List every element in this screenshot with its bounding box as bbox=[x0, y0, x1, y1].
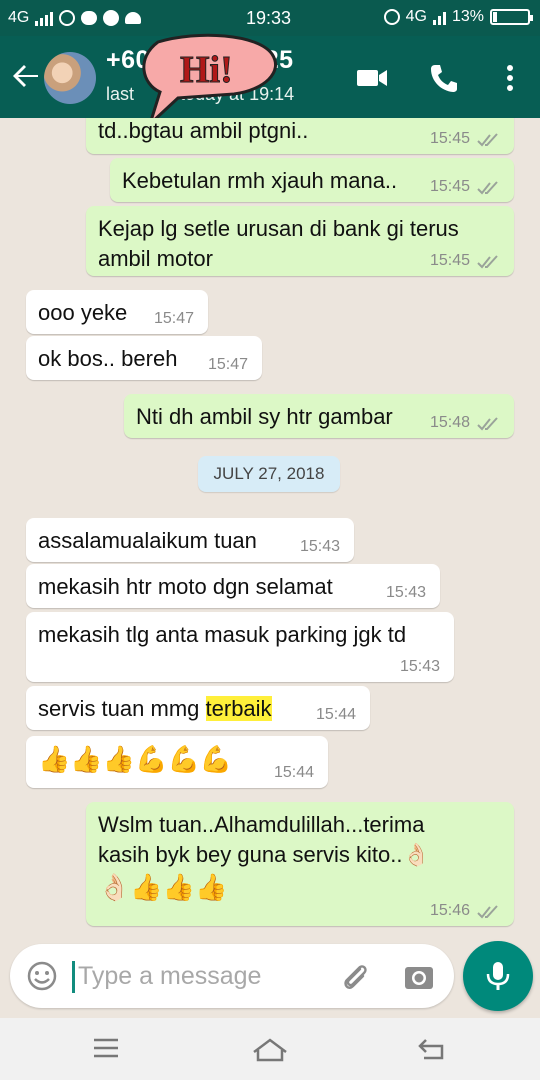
phone-icon[interactable] bbox=[426, 60, 462, 96]
double-check-icon bbox=[477, 181, 498, 195]
message-bubble-incoming[interactable]: ok bos.. bereh 15:47 bbox=[26, 336, 262, 380]
status-bar: 4G 19:33 4G 13% bbox=[0, 0, 540, 36]
alarm-icon bbox=[383, 9, 400, 25]
signal-icon bbox=[35, 10, 54, 26]
message-list[interactable]: td..bgtau ambil ptgni.. 15:45 Kebetulan … bbox=[0, 118, 540, 940]
message-bubble-incoming[interactable]: mekasih htr moto dgn selamat 15:43 bbox=[26, 564, 440, 608]
mic-icon bbox=[486, 962, 510, 990]
message-time: 15:47 bbox=[207, 356, 248, 373]
date-divider: JULY 27, 2018 bbox=[198, 456, 340, 492]
message-text: td..bgtau ambil ptgni.. bbox=[98, 118, 309, 143]
message-bubble-incoming[interactable]: servis tuan mmg terbaik 15:44 bbox=[26, 686, 370, 730]
status-left: 4G bbox=[8, 9, 142, 27]
attach-icon[interactable] bbox=[338, 960, 372, 994]
message-text: Kebetulan rmh xjauh mana.. bbox=[122, 168, 398, 193]
emoji-icon[interactable] bbox=[26, 960, 58, 992]
message-bubble-incoming[interactable]: assalamualaikum tuan 15:43 bbox=[26, 518, 354, 562]
message-bubble-outgoing[interactable]: Nti dh ambil sy htr gambar 15:48 bbox=[124, 394, 514, 438]
double-check-icon bbox=[477, 255, 498, 269]
camera-icon[interactable] bbox=[402, 960, 436, 994]
message-time: 15:45 bbox=[429, 252, 470, 269]
text-cursor bbox=[72, 961, 75, 993]
message-emoji-line: 👌🏻👍👍👍 bbox=[98, 872, 228, 902]
message-emoji: 👍👍👍💪💪💪 bbox=[38, 744, 233, 774]
message-time: 15:47 bbox=[153, 310, 194, 327]
message-time: 15:48 bbox=[429, 414, 470, 431]
battery-level bbox=[493, 12, 497, 22]
highlighted-word: terbaik bbox=[205, 696, 272, 721]
avatar[interactable] bbox=[44, 52, 96, 104]
video-call-icon[interactable] bbox=[354, 60, 390, 96]
more-vert-icon[interactable] bbox=[492, 60, 528, 96]
android-notification-icon bbox=[125, 12, 142, 24]
message-time: 15:43 bbox=[399, 658, 440, 675]
network-type-left: 4G bbox=[8, 9, 30, 26]
status-right: 4G 13% bbox=[383, 8, 533, 26]
message-bubble-incoming[interactable]: 👍👍👍💪💪💪 15:44 bbox=[26, 736, 328, 788]
message-bubble-outgoing[interactable]: Wslm tuan..Alhamdulillah...terima kasih … bbox=[86, 802, 514, 926]
system-nav-bar bbox=[0, 1018, 540, 1080]
message-text: Nti dh ambil sy htr gambar bbox=[136, 404, 393, 429]
message-text: servis tuan mmg bbox=[38, 696, 200, 721]
message-text: Wslm tuan..Alhamdulillah...terima kasih … bbox=[98, 812, 430, 867]
message-input[interactable]: Type a message bbox=[78, 962, 261, 991]
message-time: 15:46 bbox=[429, 902, 470, 919]
message-text: assalamualaikum tuan bbox=[38, 528, 257, 553]
network-type-right: 4G bbox=[405, 8, 427, 25]
hi-sticker: Hi! bbox=[142, 33, 277, 129]
back-arrow-icon[interactable] bbox=[8, 58, 44, 94]
last-seen-prefix: last bbox=[106, 84, 135, 104]
message-bubble-outgoing[interactable]: Kebetulan rmh xjauh mana.. 15:45 bbox=[110, 158, 514, 202]
mic-button[interactable] bbox=[463, 941, 533, 1011]
message-time: 15:43 bbox=[385, 584, 426, 601]
message-bubble-outgoing[interactable]: td..bgtau ambil ptgni.. 15:45 bbox=[86, 118, 514, 154]
message-text: mekasih tlg anta masuk parking jgk td bbox=[38, 622, 407, 647]
double-check-icon bbox=[477, 417, 498, 431]
signal-right-icon bbox=[432, 9, 446, 25]
message-time: 15:45 bbox=[429, 130, 470, 147]
message-notification-icon bbox=[81, 11, 98, 25]
message-time: 15:43 bbox=[299, 538, 340, 555]
back-nav-icon[interactable] bbox=[416, 1036, 456, 1064]
battery-percent: 13% bbox=[451, 8, 484, 25]
hi-sticker-text: Hi! bbox=[180, 49, 233, 91]
message-text: ok bos.. bereh bbox=[38, 346, 178, 371]
status-clock: 19:33 bbox=[246, 8, 292, 28]
message-bubble-outgoing[interactable]: Kejap lg setle urusan di bank gi terus a… bbox=[86, 206, 514, 276]
message-time: 15:45 bbox=[429, 178, 470, 195]
message-text: ooo yeke bbox=[38, 300, 128, 325]
message-time: 15:44 bbox=[315, 706, 356, 723]
message-time: 15:44 bbox=[273, 764, 314, 781]
double-check-icon bbox=[477, 905, 498, 919]
message-bubble-incoming[interactable]: ooo yeke 15:47 bbox=[26, 290, 208, 334]
home-nav-icon[interactable] bbox=[250, 1036, 290, 1064]
chat-header: +605725 lasttoday at 19:14 Hi! bbox=[0, 33, 540, 129]
message-bubble-incoming[interactable]: mekasih tlg anta masuk parking jgk td 15… bbox=[26, 612, 454, 682]
message-composer[interactable]: Type a message bbox=[10, 944, 454, 1008]
message-text: mekasih htr moto dgn selamat bbox=[38, 574, 333, 599]
menu-nav-icon[interactable] bbox=[90, 1036, 130, 1064]
alarm-notification-icon bbox=[103, 10, 120, 26]
battery-icon bbox=[490, 9, 533, 25]
double-check-icon bbox=[477, 133, 498, 147]
whatsapp-notification-icon bbox=[59, 10, 76, 26]
